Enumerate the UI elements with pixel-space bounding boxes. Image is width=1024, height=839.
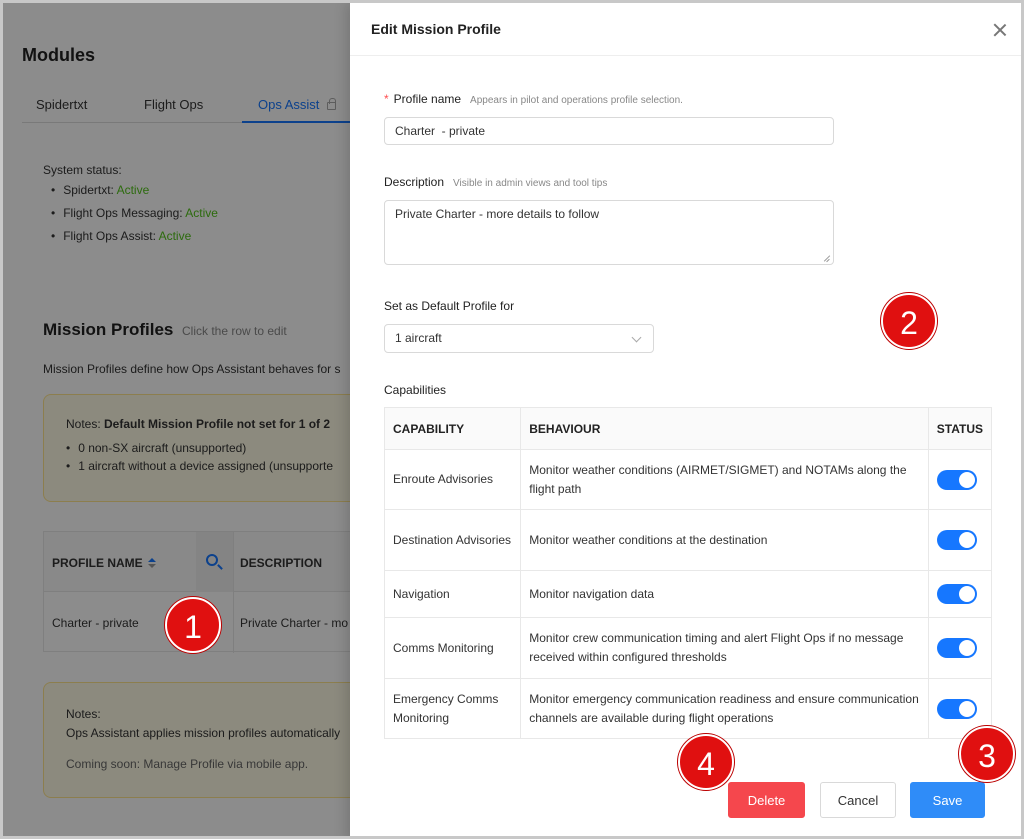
capability-name: Emergency Comms Monitoring [383,678,522,739]
resize-handle-icon[interactable] [823,255,830,262]
capability-behaviour: Monitor navigation data [520,570,929,618]
capability-name: Comms Monitoring [383,617,522,679]
drawer-title: Edit Mission Profile [371,21,501,37]
capability-toggle[interactable] [936,530,977,550]
profile-name-help: Appears in pilot and operations profile … [470,95,683,106]
profile-name-label: * Profile name Appears in pilot and operat… [384,92,683,106]
annotation-marker-3: 3 [959,726,1015,782]
required-marker: * [384,92,389,106]
delete-button[interactable]: Delete [728,782,805,818]
capability-behaviour: Monitor crew communication timing and al… [520,617,929,679]
capability-row: Navigation Monitor navigation data [383,570,993,618]
capability-behaviour: Monitor weather conditions (AIRMET/SIGME… [520,449,929,510]
cancel-button[interactable]: Cancel [820,782,896,818]
edit-mission-profile-drawer: Edit Mission Profile * Profile name Appear… [350,3,1021,836]
app-window: Modules Spidertxt Flight Ops Ops Assist … [0,0,1024,839]
capability-name: Destination Advisories [383,509,522,571]
annotation-marker-2: 2 [881,293,937,349]
save-button[interactable]: Save [910,782,985,818]
chevron-down-icon [631,332,642,343]
profile-name-input[interactable] [384,117,834,145]
capability-behaviour: Monitor emergency communication readines… [520,678,929,739]
capability-toggle[interactable] [936,584,977,604]
capability-row: Emergency Comms Monitoring Monitor emerg… [383,678,993,739]
capability-row: Enroute Advisories Monitor weather condi… [383,449,993,510]
drawer-header: Edit Mission Profile [350,3,1021,56]
profile-name-label-text: Profile name [393,92,462,106]
close-icon[interactable] [993,23,1007,37]
capability-toggle[interactable] [936,469,977,490]
capabilities-table: CAPABILITY BEHAVIOUR STATUS Enroute Advi… [383,407,993,739]
description-label: Description Visible in admin views and to… [384,175,607,189]
capability-name: Enroute Advisories [383,449,522,510]
capability-name: Navigation [383,570,522,618]
default-profile-label: Set as Default Profile for [384,299,515,313]
column-capability: CAPABILITY [383,407,522,450]
default-profile-value: 1 aircraft [395,331,442,345]
capabilities-label: Capabilities [384,383,447,397]
column-behaviour: BEHAVIOUR [520,407,929,450]
description-textarea[interactable]: Private Charter - more details to follow [384,200,834,265]
capability-row: Comms Monitoring Monitor crew communicat… [383,617,993,679]
column-status: STATUS [927,407,993,450]
default-profile-select[interactable]: 1 aircraft [384,324,654,353]
capability-row: Destination Advisories Monitor weather c… [383,509,993,571]
annotation-marker-1: 1 [165,597,221,653]
description-label-text: Description [384,175,445,189]
capability-toggle[interactable] [936,698,977,719]
capabilities-header-row: CAPABILITY BEHAVIOUR STATUS [383,407,993,450]
annotation-marker-4: 4 [678,734,734,790]
capability-toggle[interactable] [936,638,977,658]
capability-behaviour: Monitor weather conditions at the destin… [520,509,929,571]
description-help: Visible in admin views and tool tips [453,178,608,189]
